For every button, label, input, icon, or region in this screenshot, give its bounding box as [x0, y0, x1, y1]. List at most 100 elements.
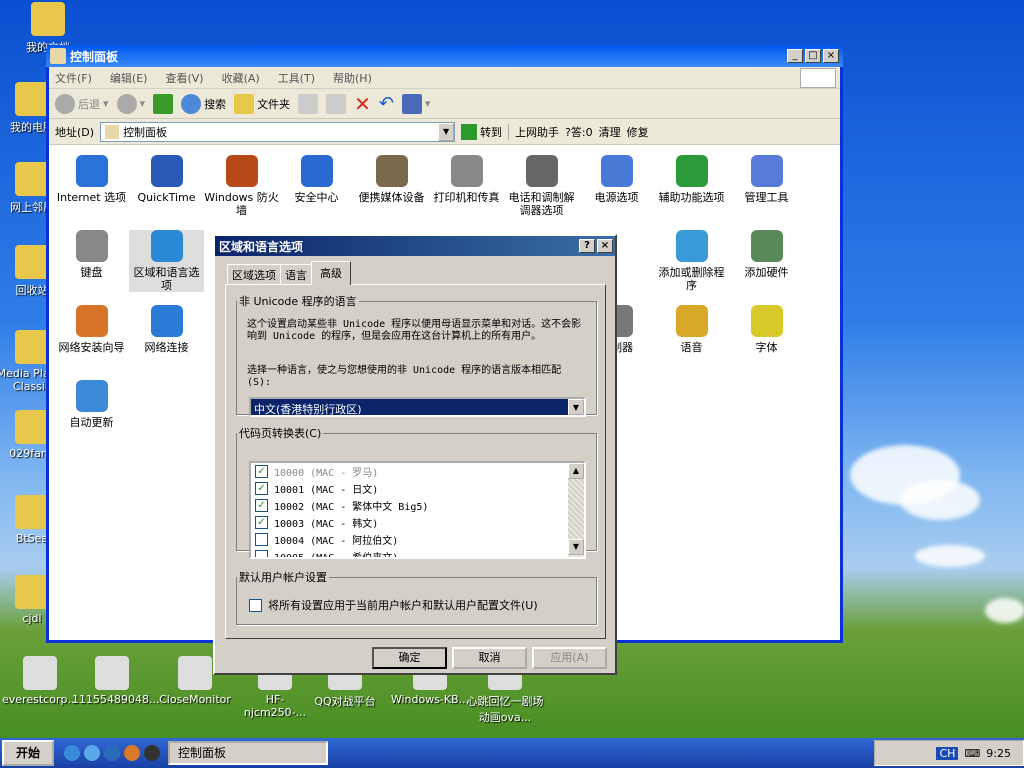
- window-title: 控制面板: [70, 49, 119, 64]
- default-user-checkbox[interactable]: [249, 598, 262, 612]
- control-panel-item[interactable]: 打印机和传真: [429, 155, 504, 204]
- control-panel-item[interactable]: 网络连接: [129, 305, 204, 354]
- forward-button[interactable]: ▾: [116, 93, 145, 114]
- recycle-bin-icon: [15, 245, 49, 279]
- dialog-close-button[interactable]: ×: [597, 239, 613, 253]
- codepage-checkbox[interactable]: [255, 550, 268, 557]
- addon-shangwang[interactable]: 上网助手: [508, 123, 559, 140]
- menu-edit[interactable]: 编辑(E): [110, 70, 148, 86]
- address-input[interactable]: 控制面板 ▼: [100, 121, 456, 142]
- menu-favorites[interactable]: 收藏(A): [222, 70, 260, 86]
- tab-advanced[interactable]: 高级: [311, 261, 351, 285]
- cancel-button[interactable]: 取消: [452, 647, 527, 669]
- item-label: Internet 选项: [56, 191, 127, 204]
- ie-alt-icon[interactable]: [84, 745, 100, 761]
- codepage-checkbox[interactable]: ✓: [255, 465, 268, 478]
- desktop-icon[interactable]: 11155489048...: [72, 656, 159, 706]
- codepage-checkbox[interactable]: ✓: [255, 499, 268, 512]
- control-panel-item[interactable]: 字体: [729, 305, 804, 354]
- task-control-panel[interactable]: 控制面板: [168, 741, 328, 765]
- address-dropdown-icon[interactable]: ▼: [438, 122, 455, 141]
- control-panel-item[interactable]: Windows 防火墙: [204, 155, 279, 217]
- codepage-row[interactable]: ✓ 10001 (MAC - 日文): [251, 480, 584, 497]
- codepage-legend: 代码页转换表(C): [239, 427, 322, 440]
- folders-button[interactable]: 文件夹: [234, 93, 290, 114]
- control-panel-item[interactable]: 电话和调制解调器选项: [504, 155, 579, 217]
- chevron-down-icon[interactable]: ▼: [568, 399, 584, 415]
- addon-repair[interactable]: 修复: [627, 124, 649, 140]
- move-to-button[interactable]: [298, 93, 319, 114]
- codepage-checkbox[interactable]: ✓: [255, 516, 268, 529]
- up-button[interactable]: [153, 93, 174, 114]
- back-label: 后退: [78, 97, 100, 111]
- nonunicode-prompt: 选择一种语言，使之与您想使用的非 Unicode 程序的语言版本相匹配(S):: [247, 365, 562, 388]
- forward-arrow-icon: [116, 93, 137, 114]
- printer-icon: [450, 155, 483, 187]
- language-select[interactable]: 中文(香港特别行政区) ▼: [249, 397, 586, 417]
- codepage-scrollbar[interactable]: ▲ ▼: [568, 463, 584, 557]
- go-button[interactable]: 转到: [461, 123, 502, 140]
- control-panel-item[interactable]: 语音: [654, 305, 729, 354]
- scroll-down-icon[interactable]: ▼: [568, 539, 584, 555]
- undo-icon: ↶: [378, 93, 394, 114]
- codepage-label: 10003 (MAC - 韩文): [274, 519, 379, 530]
- tab-regional[interactable]: 区域选项: [227, 264, 281, 285]
- cmd-icon[interactable]: [144, 745, 160, 761]
- desktop-icon[interactable]: everestcorp...: [0, 656, 80, 706]
- dialog-titlebar[interactable]: 区域和语言选项 ? ×: [215, 236, 615, 256]
- help-button[interactable]: ?: [579, 239, 595, 253]
- ie-icon[interactable]: [64, 745, 80, 761]
- tab-languages[interactable]: 语言: [280, 264, 312, 285]
- undo-button[interactable]: ↶: [379, 93, 394, 114]
- scroll-up-icon[interactable]: ▲: [568, 463, 584, 479]
- codepage-row[interactable]: ✓ 10003 (MAC - 韩文): [251, 514, 584, 531]
- desktop-icon-label: HF-njcm250-...: [243, 693, 307, 719]
- control-panel-item[interactable]: 电源选项: [579, 155, 654, 204]
- codepage-checkbox[interactable]: [255, 533, 268, 546]
- ok-button[interactable]: 确定: [372, 647, 447, 669]
- control-panel-item[interactable]: Internet 选项: [54, 155, 129, 204]
- dialog-title: 区域和语言选项: [219, 239, 304, 254]
- scroll-track[interactable]: [568, 479, 584, 539]
- menu-file[interactable]: 文件(F): [55, 70, 92, 86]
- control-panel-item[interactable]: 添加或删除程序: [654, 230, 729, 292]
- control-panel-item[interactable]: QuickTime: [129, 155, 204, 204]
- control-panel-item[interactable]: 网络安装向导: [54, 305, 129, 354]
- delete-button[interactable]: ✕: [354, 92, 371, 116]
- maximize-button[interactable]: □: [805, 49, 821, 63]
- media-icon[interactable]: [124, 745, 140, 761]
- control-panel-item[interactable]: 键盘: [54, 230, 129, 279]
- codepage-checkbox[interactable]: ✓: [255, 482, 268, 495]
- views-button[interactable]: ▾: [401, 93, 430, 114]
- start-button[interactable]: 开始: [2, 740, 54, 766]
- control-panel-item[interactable]: 便携媒体设备: [354, 155, 429, 204]
- minimize-button[interactable]: _: [787, 49, 803, 63]
- control-panel-item[interactable]: 管理工具: [729, 155, 804, 204]
- nonunicode-description: 这个设置启动某些非 Unicode 程序以便用母语显示菜单和对话。这不会影响到 …: [247, 319, 582, 342]
- windows-logo-icon: [800, 67, 836, 88]
- search-button[interactable]: 搜索: [181, 93, 226, 114]
- control-panel-item[interactable]: 添加硬件: [729, 230, 804, 279]
- control-panel-item[interactable]: 自动更新: [54, 380, 129, 429]
- control-panel-item[interactable]: 安全中心: [279, 155, 354, 204]
- codepage-row[interactable]: 10004 (MAC - 阿拉伯文): [251, 531, 584, 548]
- apply-button[interactable]: 应用(A): [532, 647, 607, 669]
- addon-answer[interactable]: ?答:0: [565, 124, 593, 140]
- player-icon[interactable]: [104, 745, 120, 761]
- back-button[interactable]: 后退 ▾: [55, 93, 109, 114]
- codepage-row[interactable]: ✓ 10002 (MAC - 繁体中文 Big5): [251, 497, 584, 514]
- lang-indicator[interactable]: CH: [936, 746, 959, 760]
- addon-clean[interactable]: 清理: [599, 124, 621, 140]
- control-panel-item[interactable]: 区域和语言选项: [129, 230, 204, 292]
- codepage-row[interactable]: 10005 (MAC - 希伯来文): [251, 548, 584, 557]
- window-titlebar[interactable]: 控制面板 _ □ ×: [46, 45, 843, 67]
- menu-tools[interactable]: 工具(T): [278, 70, 315, 86]
- copy-to-button[interactable]: [326, 93, 347, 114]
- item-label: 电源选项: [594, 191, 639, 204]
- menu-view[interactable]: 查看(V): [165, 70, 203, 86]
- keyboard-icon[interactable]: ⌨: [964, 747, 980, 760]
- menu-help[interactable]: 帮助(H): [333, 70, 372, 86]
- codepage-row[interactable]: ✓ 10000 (MAC - 罗马): [251, 463, 584, 480]
- close-button[interactable]: ×: [823, 49, 839, 63]
- control-panel-item[interactable]: 辅助功能选项: [654, 155, 729, 204]
